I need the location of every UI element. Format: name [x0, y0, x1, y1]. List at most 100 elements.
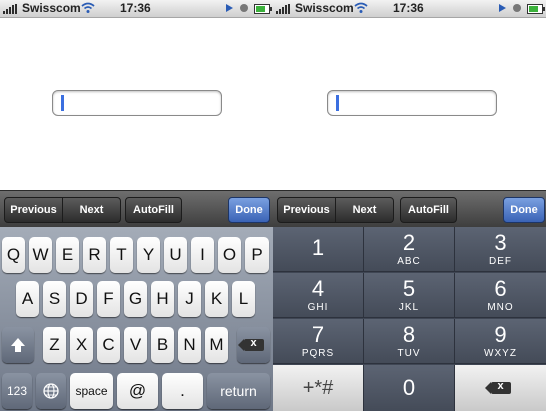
numpad-backspace-key[interactable]: x [455, 365, 546, 411]
form-accessory-bar: Previous Next AutoFill Done [273, 190, 546, 227]
status-bar: Swisscom 17:36 [273, 0, 546, 18]
number-pad: 1 2 ABC 3 DEF 4 GHI 5 JKL 6 MNO 7 PQRS 8 TUV 9W… [273, 227, 546, 411]
orientation-lock-icon [240, 4, 248, 12]
numpad-key-1[interactable]: 1 [273, 227, 364, 272]
key-o[interactable]: O [218, 237, 241, 273]
numpad-digit: 4 [311, 275, 325, 301]
key-q[interactable]: Q [2, 237, 25, 273]
key-u[interactable]: U [164, 237, 187, 273]
previous-button[interactable]: Previous [5, 198, 62, 222]
numpad-key-2[interactable]: 2 ABC [364, 227, 455, 272]
key-s[interactable]: S [43, 281, 66, 317]
dot-key[interactable]: . [162, 373, 203, 409]
key-k[interactable]: K [205, 281, 228, 317]
key-f[interactable]: F [97, 281, 120, 317]
key-w[interactable]: W [29, 237, 52, 273]
key-c[interactable]: C [97, 327, 120, 363]
return-key[interactable]: return [207, 373, 270, 409]
key-v[interactable]: V [124, 327, 147, 363]
numpad-digit: 2 [402, 229, 416, 255]
backspace-icon: x [484, 380, 511, 394]
clock: 17:36 [120, 1, 151, 15]
key-e[interactable]: E [56, 237, 79, 273]
numpad-letters: JKL [398, 301, 420, 313]
numpad-digit: 7 [311, 321, 325, 347]
key-d[interactable]: D [70, 281, 93, 317]
at-key[interactable]: @ [117, 373, 158, 409]
key-j[interactable]: J [178, 281, 201, 317]
key-m[interactable]: M [205, 327, 228, 363]
numpad-digit: 0 [402, 375, 416, 400]
play-icon [499, 4, 506, 12]
globe-icon [43, 383, 59, 399]
symbols-label: +*# [302, 377, 334, 399]
numpad-key-7[interactable]: 7 PQRS [273, 319, 364, 364]
wifi-icon [81, 2, 95, 13]
battery-icon [254, 4, 272, 14]
numpad-key-6[interactable]: 6 MNO [455, 273, 546, 318]
key-z[interactable]: Z [43, 327, 66, 363]
battery-icon [527, 4, 545, 14]
numpad-digit: 8 [402, 321, 416, 347]
status-bar: Swisscom 17:36 [0, 0, 273, 18]
numpad-letters: DEF [489, 255, 512, 267]
key-g[interactable]: G [124, 281, 147, 317]
numpad-symbols-key[interactable]: +*# [273, 365, 364, 411]
numpad-key-3[interactable]: 3 DEF [455, 227, 546, 272]
numpad-digit: 9 [494, 321, 507, 347]
qwerty-keyboard: Q W E R T Y U I O P A S D F G H J K L Z … [0, 227, 273, 411]
carrier-name: Swisscom [295, 1, 354, 15]
numpad-key-8[interactable]: 8 TUV [364, 319, 455, 364]
shift-arrow-icon [11, 338, 25, 352]
key-t[interactable]: T [110, 237, 133, 273]
key-i[interactable]: I [191, 237, 214, 273]
key-n[interactable]: N [178, 327, 201, 363]
numpad-letters: ABC [397, 255, 421, 267]
numpad-letters: PQRS [301, 347, 335, 359]
numpad-digit: 3 [494, 229, 507, 255]
text-cursor [61, 95, 64, 111]
key-l[interactable]: L [232, 281, 255, 317]
autofill-button[interactable]: AutoFill [125, 197, 182, 223]
previous-button[interactable]: Previous [278, 198, 335, 222]
backspace-key[interactable]: x [237, 327, 270, 363]
key-p[interactable]: P [245, 237, 269, 273]
key-b[interactable]: B [151, 327, 174, 363]
signal-strength-icon [276, 4, 293, 14]
numpad-letters: TUV [397, 347, 421, 359]
next-button[interactable]: Next [336, 198, 393, 222]
signal-strength-icon [3, 4, 20, 14]
numpad-digit: 1 [311, 235, 325, 260]
numpad-key-9[interactable]: 9 WXYZ [455, 319, 546, 364]
numbers-key[interactable]: 123 [2, 373, 32, 409]
key-h[interactable]: H [151, 281, 174, 317]
done-button[interactable]: Done [503, 197, 545, 223]
carrier-name: Swisscom [22, 1, 81, 15]
key-a[interactable]: A [16, 281, 39, 317]
shift-key[interactable] [2, 327, 34, 363]
key-y[interactable]: Y [137, 237, 160, 273]
number-input[interactable] [327, 90, 497, 116]
orientation-lock-icon [513, 4, 521, 12]
done-button[interactable]: Done [228, 197, 270, 223]
numpad-key-4[interactable]: 4 GHI [273, 273, 364, 318]
autofill-button[interactable]: AutoFill [400, 197, 457, 223]
left-screen: Swisscom 17:36 Previous Next AutoFill Do… [0, 0, 273, 411]
clock: 17:36 [393, 1, 424, 15]
numpad-digit: 5 [402, 275, 416, 301]
text-input[interactable] [52, 90, 222, 116]
numpad-letters: MNO [487, 301, 514, 313]
numpad-key-0[interactable]: 0 [364, 365, 455, 411]
previous-next-control: Previous Next [4, 197, 121, 223]
play-icon [226, 4, 233, 12]
space-key[interactable]: space [70, 373, 113, 409]
numpad-letters: GHI [307, 301, 329, 313]
next-button[interactable]: Next [63, 198, 120, 222]
key-r[interactable]: R [83, 237, 106, 273]
globe-key[interactable] [36, 373, 66, 409]
numpad-letters: WXYZ [484, 347, 517, 359]
numpad-key-5[interactable]: 5 JKL [364, 273, 455, 318]
key-x[interactable]: X [70, 327, 93, 363]
right-screen: Swisscom 17:36 Previous Next AutoFill Do… [273, 0, 546, 411]
form-accessory-bar: Previous Next AutoFill Done [0, 190, 273, 227]
